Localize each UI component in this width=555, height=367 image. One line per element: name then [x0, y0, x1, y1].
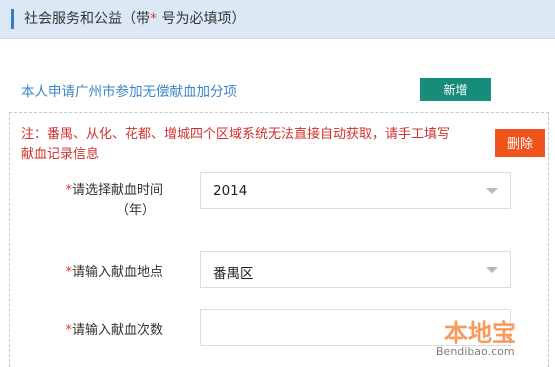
year-select[interactable]: 2014 [200, 172, 511, 209]
section-title: 社会服务和公益（带* 号为必填项） [24, 8, 245, 28]
chevron-down-icon [486, 267, 498, 273]
required-star: * [150, 11, 157, 27]
title-prefix: 社会服务和公益（带 [24, 11, 150, 27]
place-select-value: 番禺区 [213, 266, 254, 282]
title-suffix: 号为必填项） [157, 11, 246, 27]
count-label-text: 请输入献血次数 [71, 323, 163, 338]
year-label: *请选择献血时间 （年） [58, 181, 163, 221]
apply-label: 本人申请广州市参加无偿献血加分项 [21, 84, 237, 100]
year-select-value: 2014 [213, 183, 248, 199]
place-label-text: 请输入献血地点 [71, 265, 163, 280]
add-button[interactable]: 新增 [420, 78, 491, 101]
year-label-text: 请选择献血时间 [71, 183, 163, 198]
count-label: *请输入献血次数 [58, 319, 163, 338]
chevron-down-icon [486, 188, 498, 194]
place-select[interactable]: 番禺区 [200, 251, 511, 288]
year-label-unit: （年） [115, 203, 155, 218]
delete-button[interactable]: 删除 [495, 129, 545, 157]
count-input[interactable] [200, 309, 511, 346]
notice-text: 注：番禺、从化、花都、增城四个区域系统无法直接自动获取，请手工填写献血记录信息 [21, 127, 451, 162]
place-label: *请输入献血地点 [58, 261, 163, 280]
header-accent-bar [11, 9, 14, 29]
section-header: 社会服务和公益（带* 号为必填项） [0, 0, 555, 39]
